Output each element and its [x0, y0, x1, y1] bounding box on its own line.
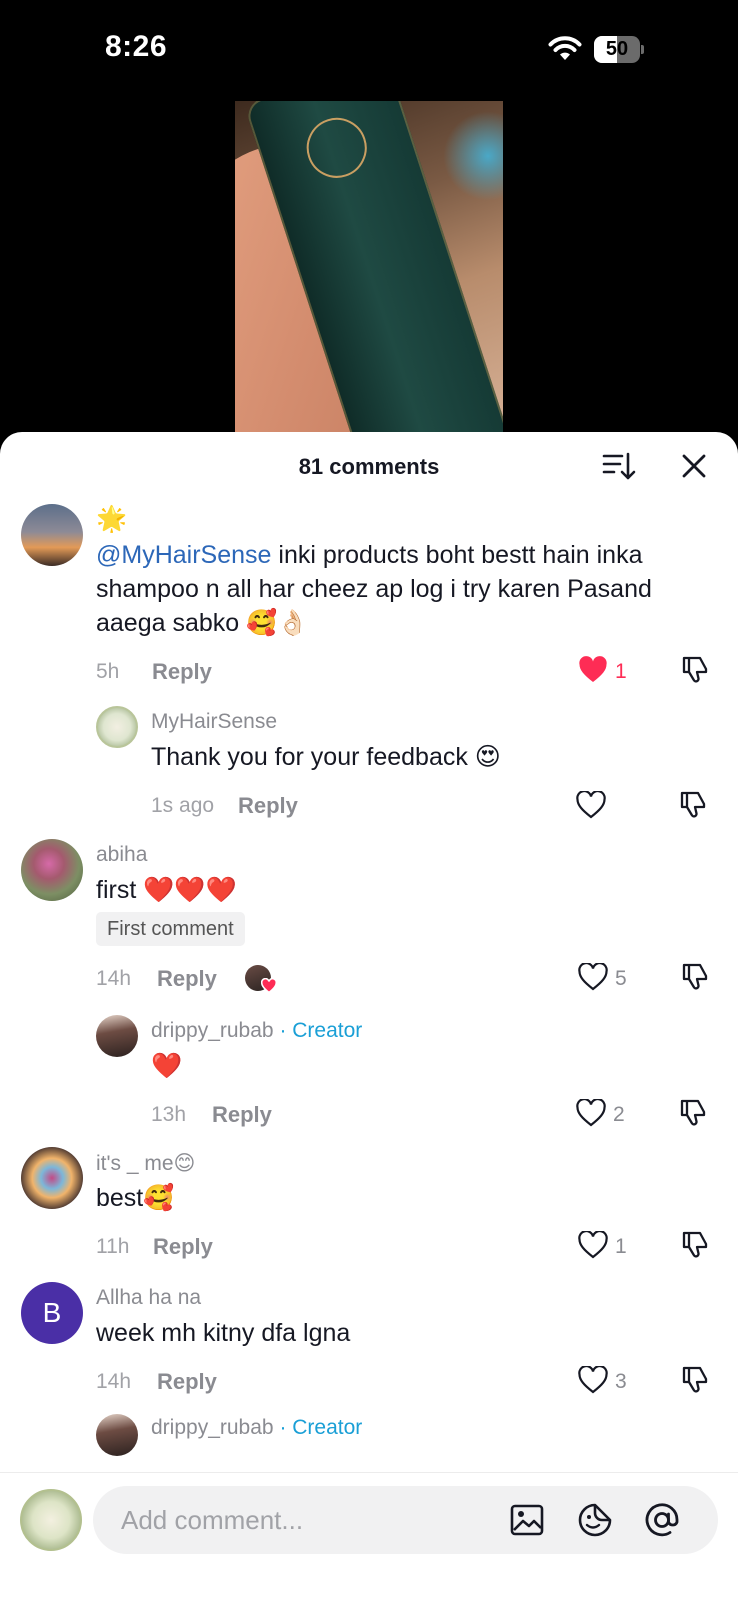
comment-time: 11h [96, 1235, 130, 1258]
reply-button[interactable]: Reply [238, 793, 298, 819]
dislike-icon[interactable] [680, 654, 710, 684]
reply-button[interactable]: Reply [212, 1102, 272, 1128]
comments-sheet: 81 comments 🌟 @MyHairSense inki products… [0, 432, 738, 1600]
comment-emoji: 🌟 [96, 505, 128, 533]
reply-username[interactable]: drippy_rubab · Creator [151, 1019, 362, 1043]
comment-time: 5h [96, 660, 120, 683]
comment-time: 14h [96, 967, 132, 990]
mention-link[interactable]: @MyHairSense [96, 541, 271, 569]
avatar-letter: B [42, 1297, 62, 1328]
comment-composer [0, 1472, 738, 1600]
reply-username-text[interactable]: drippy_rubab [151, 1019, 274, 1042]
reply-button[interactable]: Reply [157, 966, 217, 992]
battery-level: 50 [605, 38, 629, 60]
reply-time: 1s ago [151, 794, 215, 817]
comment-input[interactable] [121, 1486, 491, 1554]
comment-text: week mh kitny dfa lgna [96, 1319, 351, 1347]
dislike-icon[interactable] [680, 1229, 710, 1259]
dislike-icon[interactable] [680, 961, 710, 991]
reply-button[interactable]: Reply [152, 659, 212, 685]
comment-text: best🥰 [96, 1184, 175, 1212]
reply-time: 13h [151, 1103, 187, 1126]
reply-username[interactable]: drippy_rubab · Creator [151, 1416, 362, 1440]
avatar[interactable] [96, 706, 138, 748]
heart-icon[interactable] [578, 1366, 608, 1394]
like-count: 2 [613, 1103, 625, 1126]
first-comment-badge: First comment [96, 912, 245, 946]
like-count: 1 [615, 1235, 627, 1258]
reply-button[interactable]: Reply [153, 1234, 213, 1260]
comments-list[interactable]: 🌟 @MyHairSense inki products boht bestt … [0, 502, 738, 1542]
comment-text: first ❤️❤️❤️ [96, 876, 237, 904]
my-avatar[interactable] [20, 1489, 82, 1551]
avatar[interactable] [96, 1015, 138, 1057]
wifi-icon [548, 36, 582, 60]
comment-username[interactable]: it's _ me😊 [96, 1151, 195, 1176]
reply-username[interactable]: MyHairSense [151, 710, 277, 734]
creator-label: · Creator [279, 1416, 363, 1439]
comment-input-wrapper [93, 1486, 718, 1554]
heart-icon[interactable] [576, 791, 606, 819]
like-count: 3 [615, 1370, 627, 1393]
avatar[interactable] [21, 504, 83, 566]
reply-text: Thank you for your feedback 😍 [151, 743, 501, 771]
comment-time: 14h [96, 1370, 132, 1393]
reply-username-text[interactable]: drippy_rubab [151, 1416, 274, 1439]
reply-button[interactable]: Reply [157, 1369, 217, 1395]
dislike-icon[interactable] [678, 789, 708, 819]
comment-username[interactable]: abiha [96, 843, 147, 867]
creator-label: · Creator [279, 1019, 363, 1042]
heart-icon[interactable] [578, 963, 608, 991]
status-bar: 8:26 50 [0, 0, 738, 100]
heart-icon[interactable] [578, 1231, 608, 1259]
emoji-icon[interactable] [576, 1501, 614, 1539]
battery-icon: 50 [594, 36, 644, 63]
close-icon[interactable] [676, 448, 712, 484]
dislike-icon[interactable] [678, 1097, 708, 1127]
status-time: 8:26 [105, 30, 168, 63]
at-icon[interactable] [643, 1501, 681, 1539]
image-icon[interactable] [508, 1501, 546, 1539]
heart-icon [261, 978, 277, 994]
heart-icon[interactable] [576, 1099, 606, 1127]
like-count: 5 [615, 967, 627, 990]
avatar[interactable] [21, 1147, 83, 1209]
heart-icon[interactable] [578, 656, 608, 684]
like-count: 1 [615, 660, 627, 683]
comment-text: @MyHairSense inki products boht bestt ha… [96, 538, 706, 640]
comment-username[interactable]: Allha ha na [96, 1286, 201, 1310]
reply-text: ❤️ [151, 1052, 183, 1080]
video-thumbnail[interactable] [235, 101, 503, 443]
avatar[interactable] [21, 839, 83, 901]
sort-icon[interactable] [600, 448, 636, 484]
avatar[interactable] [96, 1414, 138, 1456]
dislike-icon[interactable] [680, 1364, 710, 1394]
avatar[interactable]: B [21, 1282, 83, 1344]
